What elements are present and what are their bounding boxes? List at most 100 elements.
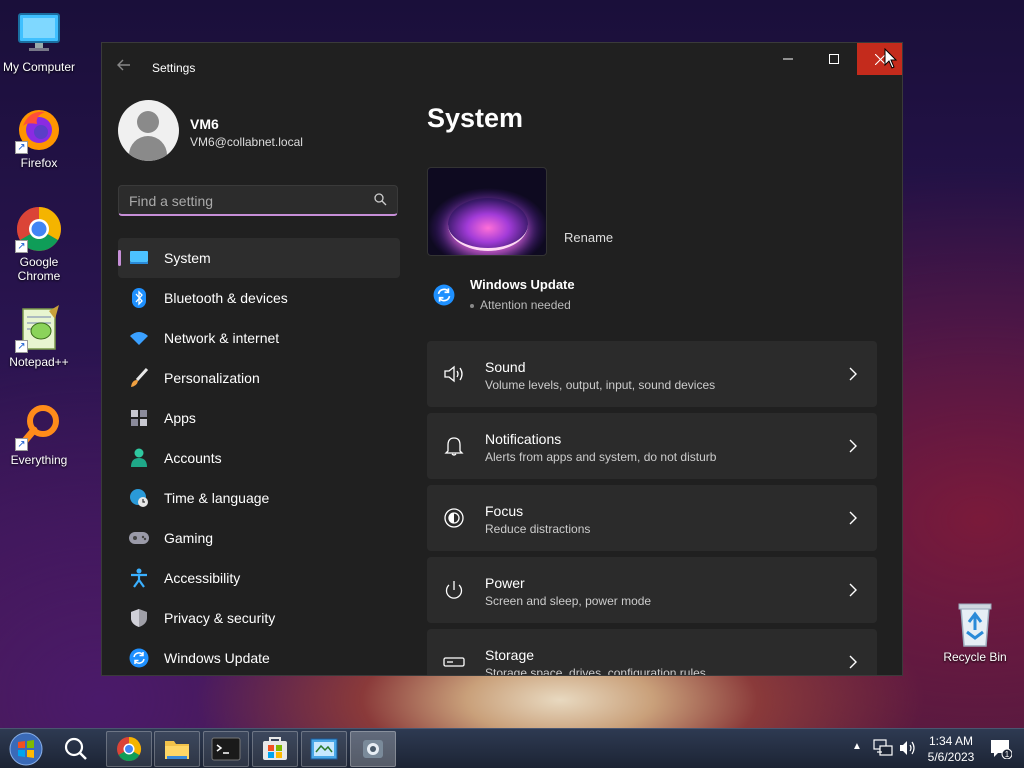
- sidebar-item-accounts[interactable]: Accounts: [118, 438, 400, 478]
- card-notifications[interactable]: Notifications Alerts from apps and syste…: [427, 413, 877, 479]
- sidebar-item-label: Gaming: [164, 530, 214, 546]
- card-title: Focus: [485, 503, 524, 519]
- sidebar-item-bluetooth-devices[interactable]: Bluetooth & devices: [118, 278, 400, 318]
- windows-logo-icon: [9, 732, 43, 766]
- sidebar-item-privacy-security[interactable]: Privacy & security: [118, 598, 400, 638]
- brush-icon: [129, 368, 149, 388]
- rename-link[interactable]: Rename: [564, 230, 613, 245]
- bluetooth-icon: [129, 288, 149, 308]
- sidebar-item-label: Apps: [164, 410, 196, 426]
- chrome-icon: [117, 737, 142, 762]
- taskbar-app-control-panel[interactable]: [301, 731, 347, 767]
- shield-icon: [129, 608, 149, 628]
- speaker-icon: [444, 365, 463, 383]
- sidebar-item-personalization[interactable]: Personalization: [118, 358, 400, 398]
- desktop-icon-chrome[interactable]: ↗ Google Chrome: [0, 205, 78, 283]
- taskbar-app-chrome[interactable]: [106, 731, 152, 767]
- card-subtitle: Volume levels, output, input, sound devi…: [485, 378, 716, 392]
- page-title: System: [427, 103, 524, 133]
- sidebar-item-windows-update[interactable]: Windows Update: [118, 638, 400, 675]
- card-subtitle: Storage space, drives, configuration rul…: [485, 666, 706, 676]
- taskbar-app-settings[interactable]: [350, 731, 396, 767]
- windows-update-title[interactable]: Windows Update: [470, 277, 575, 292]
- windows-update-status: Attention needed: [470, 298, 571, 312]
- avatar[interactable]: [118, 100, 179, 161]
- taskbar-app-store[interactable]: [252, 731, 298, 767]
- desktop-icon-label: Recycle Bin: [943, 650, 1007, 664]
- shortcut-arrow-icon: ↗: [15, 340, 28, 353]
- firefox-icon: ↗: [15, 106, 63, 154]
- minimize-button[interactable]: [765, 43, 811, 75]
- card-storage[interactable]: Storage Storage space, drives, configura…: [427, 629, 877, 676]
- chrome-icon: ↗: [15, 205, 63, 253]
- sidebar-item-label: System: [164, 250, 211, 266]
- desktop-icon-notepad-plus-plus[interactable]: ↗ Notepad++: [0, 305, 78, 369]
- taskbar-clock[interactable]: 1:34 AM 5/6/2023: [922, 733, 980, 765]
- chevron-right-icon: [849, 511, 857, 525]
- sidebar-item-label: Accounts: [164, 450, 222, 466]
- sidebar-item-network-internet[interactable]: Network & internet: [118, 318, 400, 358]
- shortcut-arrow-icon: ↗: [15, 438, 28, 451]
- desktop-icon-recycle-bin[interactable]: Recycle Bin: [936, 600, 1014, 664]
- notification-icon: 1: [991, 740, 1013, 760]
- card-title: Sound: [485, 359, 526, 375]
- maximize-button[interactable]: [811, 43, 857, 75]
- chevron-right-icon: [849, 583, 857, 597]
- desktop-icon-my-computer[interactable]: My Computer: [0, 10, 78, 74]
- search-icon: [64, 737, 87, 760]
- chevron-right-icon: [849, 655, 857, 669]
- taskbar-search-button[interactable]: [60, 735, 92, 763]
- card-title: Power: [485, 575, 525, 591]
- card-sound[interactable]: Sound Volume levels, output, input, soun…: [427, 341, 877, 407]
- sidebar-item-gaming[interactable]: Gaming: [118, 518, 400, 558]
- sidebar-item-label: Time & language: [164, 490, 270, 506]
- notepad-plus-plus-icon: ↗: [15, 305, 63, 353]
- sidebar-item-label: Privacy & security: [164, 610, 276, 626]
- wifi-icon: [129, 328, 149, 348]
- bell-icon: [444, 437, 464, 456]
- notification-center-button[interactable]: 1: [990, 739, 1013, 760]
- windows-update-status-text: Attention needed: [480, 298, 571, 312]
- sidebar-item-time-language[interactable]: Time & language: [118, 478, 400, 518]
- sidebar-item-system[interactable]: System: [118, 238, 400, 278]
- title-bar[interactable]: Settings: [102, 43, 902, 83]
- folder-icon: [165, 741, 189, 759]
- update-icon: [129, 648, 149, 668]
- tray-overflow-chevron-icon[interactable]: ▲: [852, 741, 862, 752]
- user-name: VM6: [190, 116, 219, 132]
- search-input[interactable]: [129, 192, 359, 210]
- back-arrow-icon[interactable]: [116, 57, 136, 77]
- taskbar-app-terminal[interactable]: [203, 731, 249, 767]
- sidebar-item-label: Personalization: [164, 370, 260, 386]
- volume-icon[interactable]: [898, 739, 918, 757]
- apps-icon: [129, 408, 149, 428]
- notification-count: 1: [1005, 750, 1010, 759]
- sidebar-item-accessibility[interactable]: Accessibility: [118, 558, 400, 598]
- search-box[interactable]: [118, 185, 398, 216]
- focus-icon: [444, 508, 464, 528]
- computer-icon: [15, 10, 63, 58]
- wallpaper-thumbnail: [427, 167, 547, 256]
- card-subtitle: Reduce distractions: [485, 522, 591, 536]
- desktop-icon-everything[interactable]: ↗ Everything: [0, 403, 78, 467]
- sidebar-item-apps[interactable]: Apps: [118, 398, 400, 438]
- storage-icon: [443, 657, 465, 667]
- taskbar-app-file-explorer[interactable]: [154, 731, 200, 767]
- start-button[interactable]: [6, 731, 46, 767]
- shortcut-arrow-icon: ↗: [15, 240, 28, 253]
- card-power[interactable]: Power Screen and sleep, power mode: [427, 557, 877, 623]
- monitor-icon: [129, 248, 149, 268]
- mouse-cursor-icon: [884, 48, 898, 69]
- power-icon: [445, 581, 463, 599]
- desktop-icon-label: My Computer: [2, 60, 76, 74]
- control-panel-icon: [310, 738, 338, 760]
- window-title: Settings: [152, 61, 196, 75]
- accessibility-icon: [129, 568, 149, 588]
- settings-window: Settings VM6 VM6@collabnet.local System: [101, 42, 903, 676]
- sidebar-item-label: Windows Update: [164, 650, 270, 666]
- sidebar-item-label: Bluetooth & devices: [164, 290, 288, 306]
- desktop-icon-firefox[interactable]: ↗ Firefox: [0, 106, 78, 170]
- network-icon[interactable]: [873, 739, 893, 757]
- sidebar-nav: System Bluetooth & devices Network & int…: [118, 238, 400, 675]
- card-focus[interactable]: Focus Reduce distractions: [427, 485, 877, 551]
